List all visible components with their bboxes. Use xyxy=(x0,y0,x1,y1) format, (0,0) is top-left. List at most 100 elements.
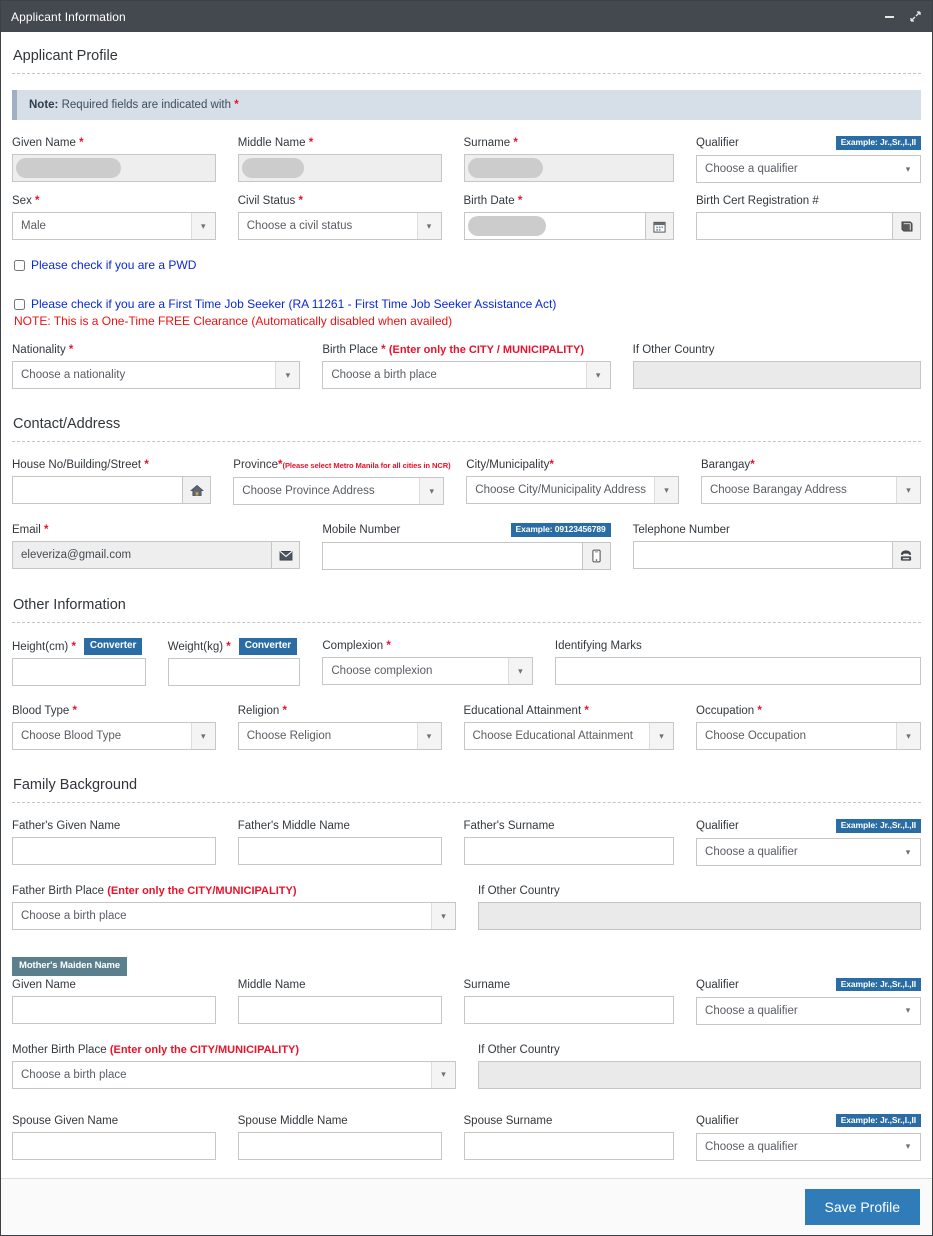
height-input[interactable] xyxy=(12,658,146,686)
label-blood-type: Blood Type * xyxy=(12,705,78,717)
mother-qualifier-select[interactable]: Choose a qualifier ▾ xyxy=(696,996,922,1025)
given-name-input[interactable] xyxy=(12,154,216,182)
row-father-names: Father's Given Name Father's Middle Name… xyxy=(12,819,922,866)
complexion-select[interactable]: Choose complexion ▾ xyxy=(322,657,533,685)
blood-type-select[interactable]: Choose Blood Type ▾ xyxy=(12,722,216,750)
field-city-municipality: City/Municipality* Choose City/Municipal… xyxy=(466,458,701,505)
field-house-no: House No/Building/Street * xyxy=(12,458,233,505)
required-asterisk: * xyxy=(234,99,239,111)
fathers-middle-name-input[interactable] xyxy=(237,837,442,865)
minimize-icon[interactable] xyxy=(876,1,902,32)
field-given-name: Given Name * xyxy=(12,136,238,183)
birth-place-select[interactable]: Choose a birth place ▾ xyxy=(322,361,611,389)
pwd-checkbox[interactable] xyxy=(14,260,25,271)
field-complexion: Complexion * Choose complexion ▾ xyxy=(322,639,555,686)
label-mother-qualifier: Qualifier xyxy=(696,978,739,991)
row-contact: Email * Mobile Number Example: 091234567… xyxy=(12,523,921,570)
section-title-other-information: Other Information xyxy=(13,597,126,613)
fathers-surname-input[interactable] xyxy=(463,837,675,865)
father-birth-place-select[interactable]: Choose a birth place ▾ xyxy=(12,902,456,930)
pwd-checkbox-row[interactable]: Please check if you are a PWD xyxy=(14,258,921,273)
chevron-down-icon: ▾ xyxy=(507,658,532,684)
mobile-phone-icon[interactable] xyxy=(582,542,611,570)
if-other-country-input[interactable] xyxy=(632,361,921,389)
barangay-value: Choose Barangay Address xyxy=(709,484,847,496)
field-mother-qualifier: Qualifier Example: Jr.,Sr.,I.,II Choose … xyxy=(696,977,922,1025)
complexion-value: Choose complexion xyxy=(331,665,433,677)
first-time-job-seeker-checkbox-row[interactable]: Please check if you are a First Time Job… xyxy=(14,297,921,312)
field-height: Height(cm) * Converter xyxy=(12,638,168,686)
telephone-number-input[interactable] xyxy=(632,541,893,569)
educational-attainment-value: Choose Educational Attainment xyxy=(472,730,633,742)
spouse-qualifier-value: Choose a qualifier xyxy=(705,1140,798,1153)
field-father-qualifier: Qualifier Example: Jr.,Sr.,I.,II Choose … xyxy=(696,819,922,866)
divider xyxy=(12,622,921,623)
field-if-other-country-mother: If Other Country xyxy=(478,1043,921,1089)
mobile-number-input[interactable] xyxy=(322,542,583,570)
calendar-icon[interactable] xyxy=(646,212,675,240)
first-time-job-seeker-checkbox[interactable] xyxy=(14,299,25,310)
father-qualifier-select[interactable]: Choose a qualifier ▾ xyxy=(696,838,922,866)
field-educational-attainment: Educational Attainment * Choose Educatio… xyxy=(463,704,697,750)
label-fathers-surname: Father's Surname xyxy=(463,820,555,832)
label-height: Height(cm) * xyxy=(12,640,76,653)
sex-value: Male xyxy=(21,220,46,232)
spouse-surname-input[interactable] xyxy=(463,1131,675,1160)
weight-converter-button[interactable]: Converter xyxy=(238,638,298,655)
birth-cert-registration-input[interactable] xyxy=(696,212,894,240)
weight-input[interactable] xyxy=(167,658,301,686)
mother-surname-input[interactable] xyxy=(463,995,675,1024)
label-spouse-middle-name: Spouse Middle Name xyxy=(237,1114,348,1127)
mother-given-name-input[interactable] xyxy=(12,995,216,1024)
telephone-icon[interactable] xyxy=(892,541,921,569)
chevron-down-icon: ▾ xyxy=(905,163,911,174)
restore-icon[interactable] xyxy=(902,1,928,32)
mail-icon[interactable] xyxy=(272,541,301,569)
field-mother-surname: Surname xyxy=(463,978,697,1025)
fathers-given-name-input[interactable] xyxy=(12,837,216,865)
field-spouse-qualifier: Qualifier Example: Jr.,Sr.,I.,II Choose … xyxy=(696,1113,922,1161)
mother-if-other-country-input[interactable] xyxy=(478,1060,921,1089)
field-email: Email * xyxy=(12,523,322,570)
mother-middle-name-input[interactable] xyxy=(237,995,442,1024)
surname-input[interactable] xyxy=(463,154,675,182)
civil-status-select[interactable]: Choose a civil status ▾ xyxy=(237,212,442,240)
educational-attainment-select[interactable]: Choose Educational Attainment ▾ xyxy=(463,722,675,750)
mothers-maiden-name-badge: Mother's Maiden Name xyxy=(12,957,128,976)
label-mother-given-name: Given Name xyxy=(12,978,76,991)
label-telephone-number: Telephone Number xyxy=(632,524,730,536)
birth-date-input[interactable] xyxy=(463,212,647,240)
barangay-select[interactable]: Choose Barangay Address ▾ xyxy=(700,476,921,504)
province-select[interactable]: Choose Province Address ▾ xyxy=(233,477,445,505)
field-telephone-number: Telephone Number xyxy=(632,523,921,570)
qualifier-example-badge: Example: Jr.,Sr.,I.,II xyxy=(835,1113,922,1127)
father-if-other-country-input[interactable] xyxy=(478,902,921,930)
email-input[interactable] xyxy=(12,541,273,569)
chevron-down-icon: ▾ xyxy=(649,723,674,749)
home-icon[interactable] xyxy=(183,476,212,504)
save-profile-button[interactable]: Save Profile xyxy=(804,1189,920,1225)
identifying-marks-input[interactable] xyxy=(554,657,921,685)
window-title: Applicant Information xyxy=(11,9,126,24)
qualifier-select[interactable]: Choose a qualifier ▾ xyxy=(696,155,922,183)
book-icon[interactable] xyxy=(893,212,922,240)
nationality-select[interactable]: Choose a nationality ▾ xyxy=(12,361,301,389)
spouse-middle-name-input[interactable] xyxy=(237,1131,442,1160)
field-middle-name: Middle Name * xyxy=(237,136,464,183)
occupation-select[interactable]: Choose Occupation ▾ xyxy=(696,722,922,750)
mother-birth-place-select[interactable]: Choose a birth place ▾ xyxy=(12,1060,456,1089)
spouse-qualifier-select[interactable]: Choose a qualifier ▾ xyxy=(696,1132,922,1161)
field-blood-type: Blood Type * Choose Blood Type ▾ xyxy=(12,704,238,750)
chevron-down-icon: ▾ xyxy=(416,213,441,239)
field-qualifier: Qualifier Example: Jr.,Sr.,I.,II Choose … xyxy=(696,136,922,183)
field-birth-date: Birth Date * xyxy=(463,194,697,240)
house-no-input[interactable] xyxy=(12,476,184,504)
city-municipality-select[interactable]: Choose City/Municipality Address ▾ xyxy=(466,476,679,504)
label-birth-place: Birth Place * (Enter only the CITY / MUN… xyxy=(322,344,584,356)
religion-select[interactable]: Choose Religion ▾ xyxy=(237,722,442,750)
sex-select[interactable]: Male ▾ xyxy=(12,212,216,240)
height-converter-button[interactable]: Converter xyxy=(83,638,143,655)
window-controls xyxy=(876,1,928,32)
middle-name-input[interactable] xyxy=(237,154,442,182)
spouse-given-name-input[interactable] xyxy=(12,1131,216,1160)
